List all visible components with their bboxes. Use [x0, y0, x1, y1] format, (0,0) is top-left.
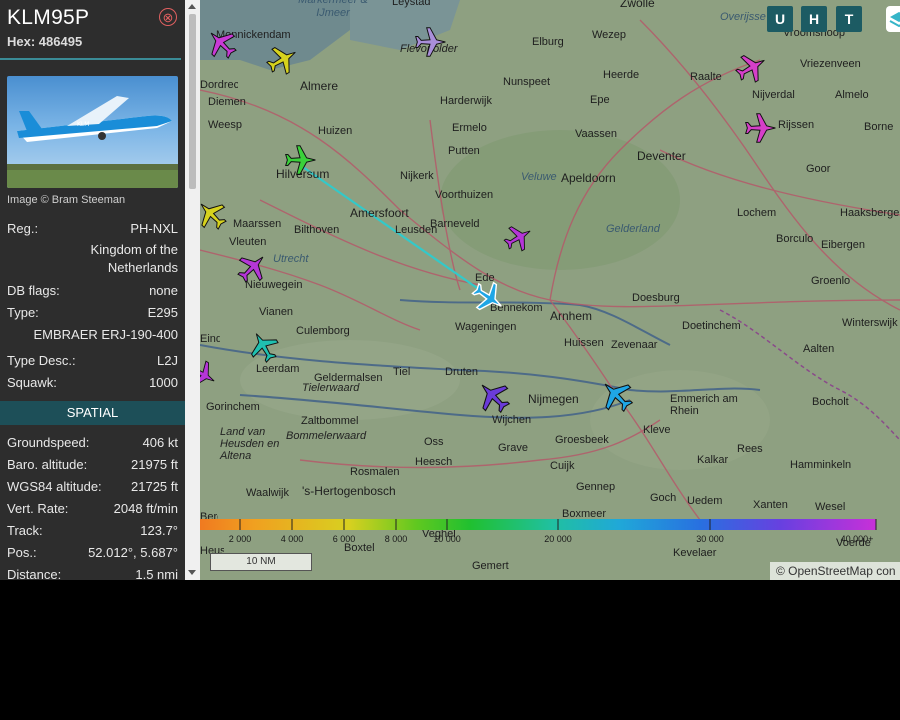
groundspeed-value: 406 kt: [142, 435, 178, 450]
toggle-h-button[interactable]: H: [801, 6, 827, 32]
toggle-u-button[interactable]: U: [767, 6, 793, 32]
aircraft-marker[interactable]: [593, 372, 640, 419]
aircraft-marker[interactable]: [470, 373, 517, 420]
scroll-thumb[interactable]: [189, 14, 196, 189]
aircraft-info-sidebar: KLM95P ⊗ Hex: 486495 KLM Image © Bram St…: [0, 0, 200, 580]
map-scale-bar: 10 NM: [210, 553, 312, 571]
close-icon[interactable]: ⊗: [159, 8, 177, 26]
aircraft-marker[interactable]: [745, 113, 776, 143]
type-desc-value: L2J: [157, 353, 178, 368]
aircraft-marker[interactable]: [499, 219, 538, 257]
header-divider: [0, 58, 181, 60]
legend-tick-label: 40 000+: [840, 534, 874, 544]
distance-label: Distance:: [7, 567, 62, 580]
aircraft-layer: [200, 22, 776, 420]
aircraft-marker[interactable]: [200, 22, 243, 65]
aircraft-marker[interactable]: [231, 246, 274, 289]
flight-map[interactable]: Leystad Zwolle Overijsse Vroomshoop Flev…: [200, 0, 900, 580]
reg-label: Reg.:: [7, 221, 39, 236]
spatial-section-header[interactable]: SPATIAL: [0, 401, 185, 425]
baro-altitude-value: 21975 ft: [131, 457, 178, 472]
legend-tick-label: 30 000: [696, 534, 724, 544]
aircraft-marker[interactable]: [200, 355, 222, 393]
position-value: 52.012°, 5.687°: [88, 545, 178, 560]
groundspeed-label: Groundspeed:: [7, 435, 90, 450]
legend-tick-label: 8 000: [384, 534, 408, 544]
position-label: Pos.:: [7, 545, 37, 560]
vert-rate-value: 2048 ft/min: [113, 501, 178, 516]
svg-text:KLM: KLM: [77, 121, 89, 128]
toggle-t-button[interactable]: T: [836, 6, 862, 32]
baro-altitude-label: Baro. altitude:: [7, 457, 88, 472]
wgs84-altitude-label: WGS84 altitude:: [7, 479, 102, 494]
scroll-up-icon[interactable]: [188, 4, 196, 9]
vert-rate-label: Vert. Rate:: [7, 501, 69, 516]
aircraft-marker[interactable]: [730, 47, 773, 89]
legend-tick-label: 10 000: [433, 534, 461, 544]
track-value: 123.7°: [140, 523, 178, 538]
selected-aircraft-marker[interactable]: [466, 275, 511, 320]
db-flags-value: none: [149, 283, 178, 298]
hex-code: Hex: 486495: [7, 34, 83, 49]
legend-tick-label: 4 000: [280, 534, 304, 544]
aircraft-photo[interactable]: KLM: [7, 76, 178, 188]
reg-value: PH-NXL: [130, 221, 178, 236]
squawk-label: Squawk:: [7, 375, 57, 390]
aircraft-marker[interactable]: [415, 27, 446, 57]
country-value: Kingdom of the Netherlands: [90, 242, 178, 275]
aircraft-marker[interactable]: [243, 325, 285, 368]
legend-tick-label: 2 000: [228, 534, 252, 544]
aircraft-marker[interactable]: [200, 193, 233, 236]
wgs84-altitude-value: 21725 ft: [131, 479, 178, 494]
aircraft-marker[interactable]: [285, 145, 316, 175]
squawk-value: 1000: [149, 375, 178, 390]
aircraft-details-panel: KLM95P ⊗ Hex: 486495 KLM Image © Bram St…: [0, 0, 185, 580]
type-label: Type:: [7, 305, 39, 320]
map-attribution[interactable]: © OpenStreetMap con: [770, 562, 900, 580]
type-value: E295: [147, 305, 178, 320]
scroll-down-icon[interactable]: [188, 570, 196, 575]
db-flags-label: DB flags:: [7, 283, 60, 298]
legend-tick-label: 20 000: [544, 534, 572, 544]
layers-icon[interactable]: [886, 6, 900, 32]
aircraft-marker[interactable]: [261, 39, 304, 81]
altitude-color-legend: [200, 519, 877, 530]
type-full-value: EMBRAER ERJ-190-400: [33, 327, 179, 342]
distance-value: 1.5 nmi: [135, 567, 178, 580]
type-desc-label: Type Desc.:: [7, 353, 76, 368]
legend-tick-label: 6 000: [332, 534, 356, 544]
track-label: Track:: [7, 523, 43, 538]
callsign-title: KLM95P: [7, 6, 90, 29]
photo-credit: Image © Bram Steeman: [7, 194, 126, 206]
sidebar-scrollbar[interactable]: [185, 0, 200, 580]
